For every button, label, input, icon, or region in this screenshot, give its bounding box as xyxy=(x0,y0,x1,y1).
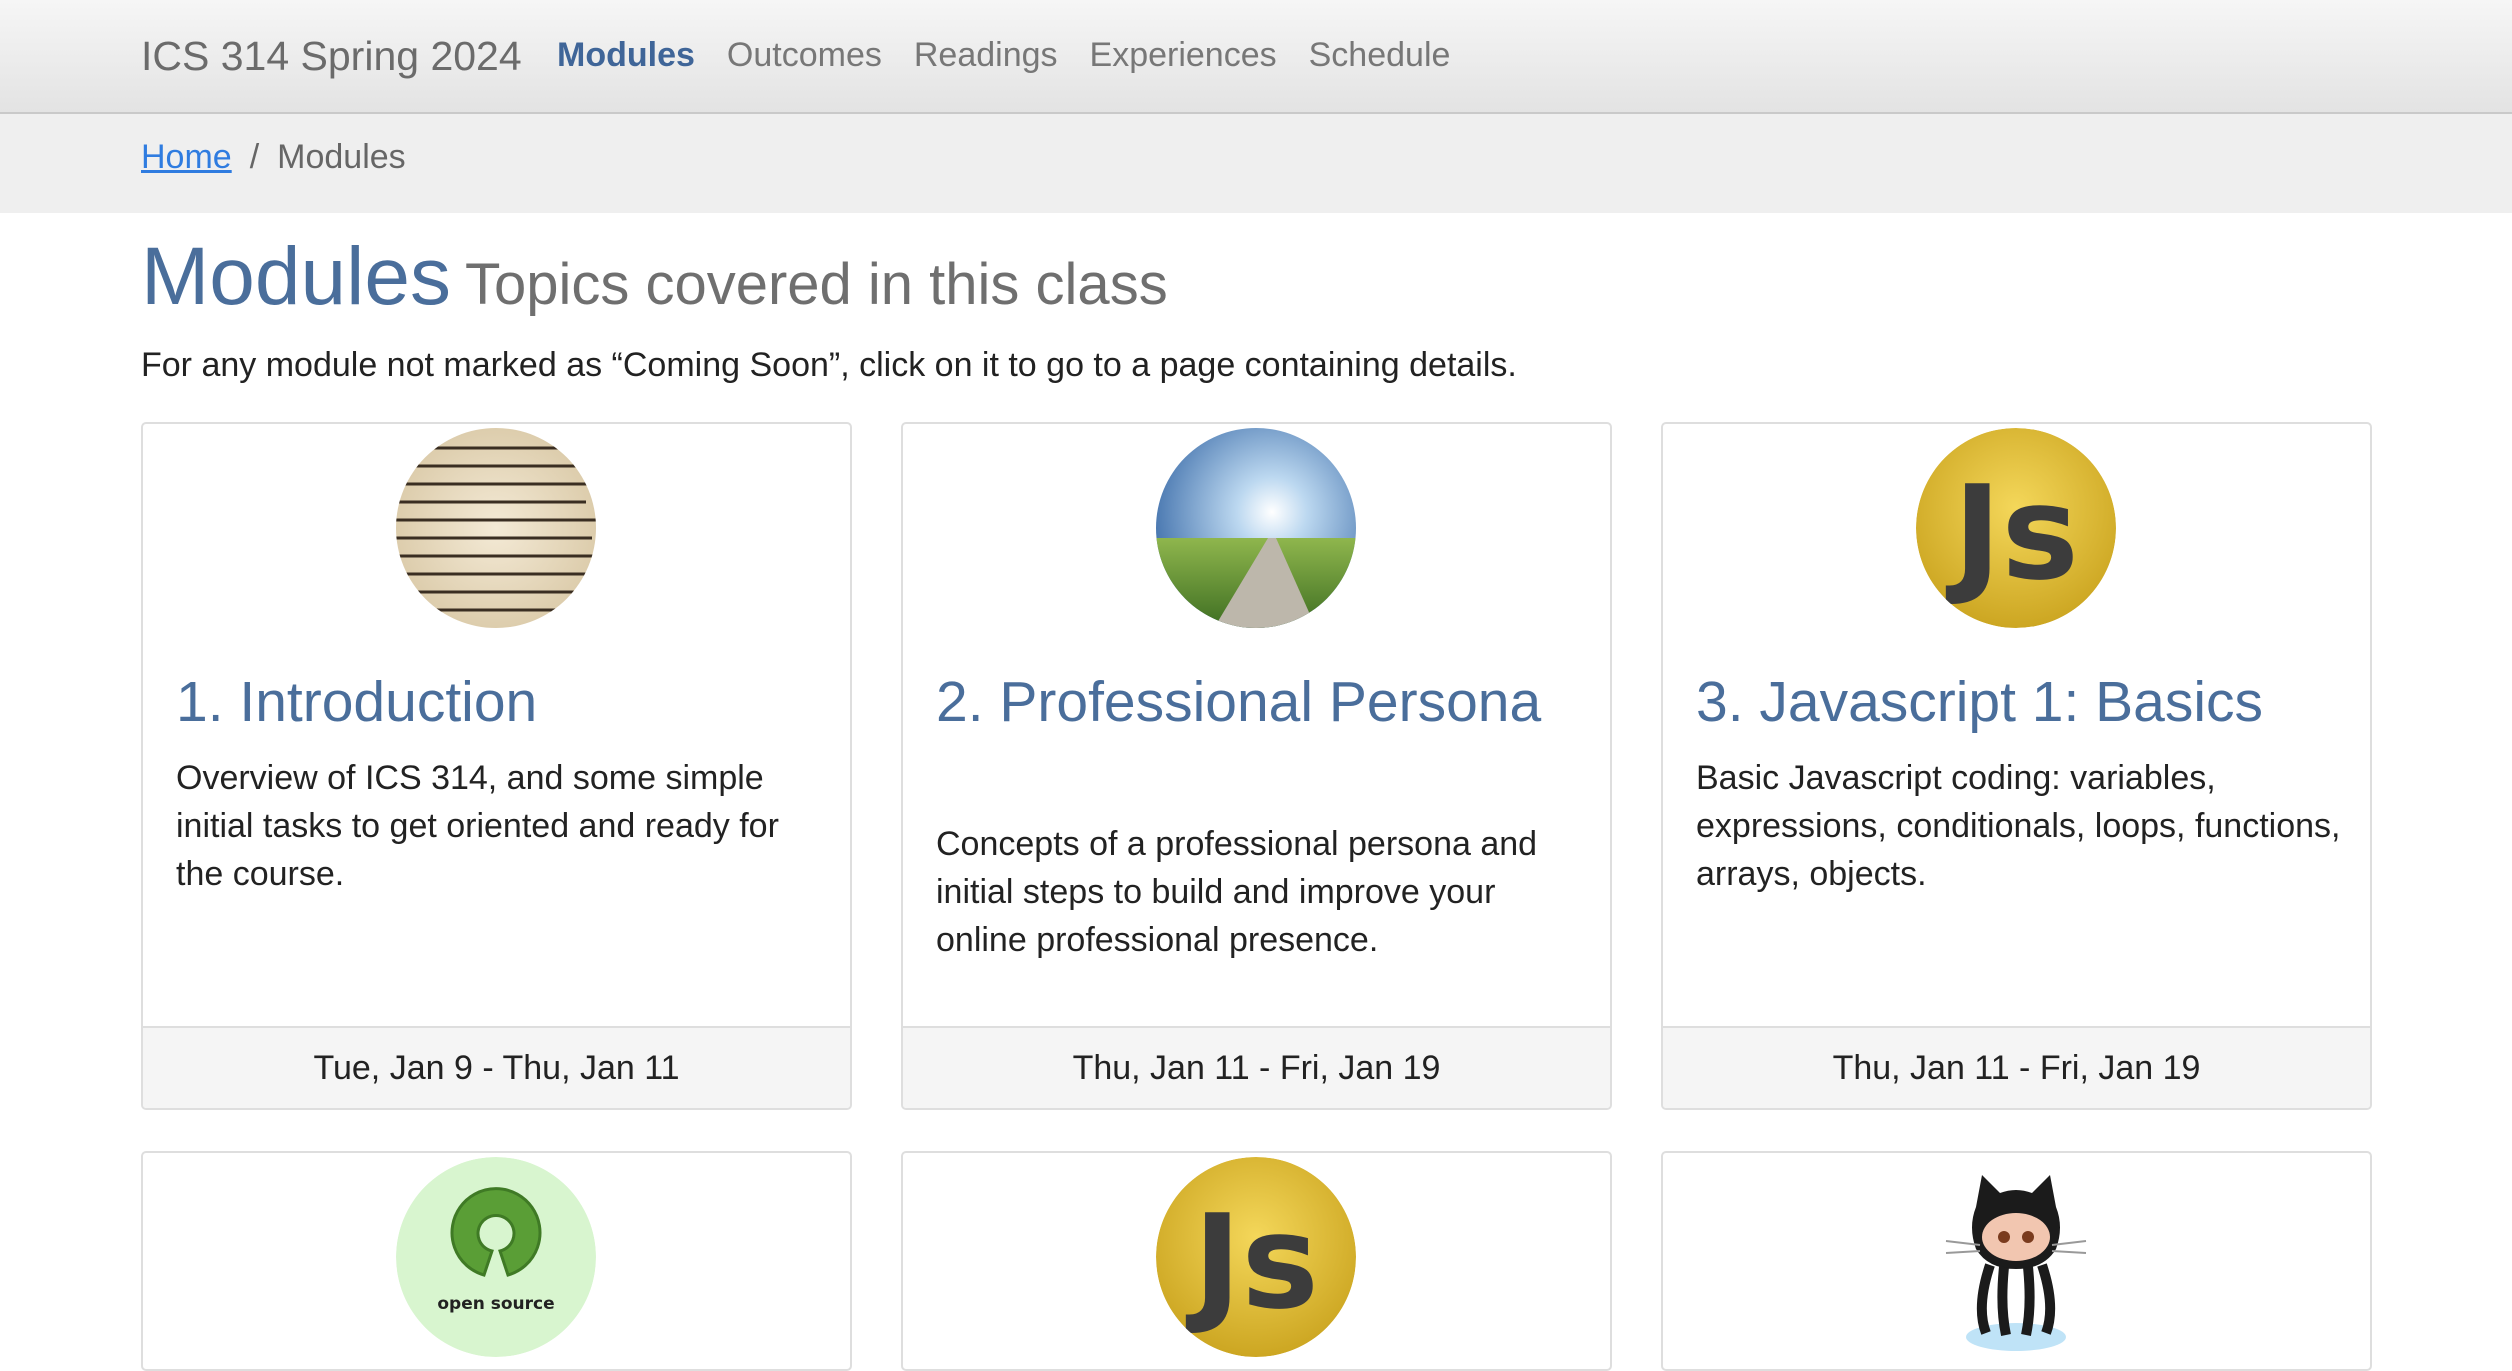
module-description: Concepts of a professional persona and i… xyxy=(936,825,1538,959)
nav-item-modules[interactable]: Modules xyxy=(557,36,695,75)
module-dates: Thu, Jan 11 - Fri, Jan 19 xyxy=(903,1026,1610,1108)
open-source-logo-text: open source xyxy=(437,1294,554,1314)
module-title[interactable]: 1. Introduction xyxy=(176,669,826,735)
module-title[interactable]: 2. Professional Persona xyxy=(936,669,1586,735)
js-logo-icon: Js xyxy=(1916,428,2116,628)
module-card-open-source[interactable]: open source xyxy=(141,1151,852,1371)
module-card-javascript-2[interactable]: Js xyxy=(901,1151,1612,1371)
breadcrumb: Home / Modules xyxy=(141,138,406,177)
nav-item-schedule[interactable]: Schedule xyxy=(1309,36,1451,75)
module-dates: Thu, Jan 11 - Fri, Jan 19 xyxy=(1663,1026,2370,1108)
nav-item-outcomes[interactable]: Outcomes xyxy=(727,36,882,75)
github-octocat-icon xyxy=(1916,1157,2116,1357)
nav-menu: Modules Outcomes Readings Experiences Sc… xyxy=(557,36,1450,75)
breadcrumb-separator: / xyxy=(249,138,260,176)
module-dates: Tue, Jan 9 - Thu, Jan 11 xyxy=(143,1026,850,1108)
page-subtitle: Topics covered in this class xyxy=(464,252,1168,317)
breadcrumb-current: Modules xyxy=(277,138,406,176)
module-description: Basic Javascript coding: variables, expr… xyxy=(1696,759,2341,893)
site-brand[interactable]: ICS 314 Spring 2024 xyxy=(141,33,522,80)
breadcrumb-bar: Home / Modules xyxy=(0,114,2512,213)
top-navbar: ICS 314 Spring 2024 Modules Outcomes Rea… xyxy=(0,0,2512,114)
page-lead-text: For any module not marked as “Coming Soo… xyxy=(141,346,1517,384)
js-logo-icon: Js xyxy=(1156,1157,1356,1357)
road-horizon-icon xyxy=(1156,428,1356,628)
module-card-javascript-basics[interactable]: Js 3. Javascript 1: Basics Basic Javascr… xyxy=(1661,422,2372,1110)
module-title[interactable]: 3. Javascript 1: Basics xyxy=(1696,669,2346,735)
open-source-icon: open source xyxy=(396,1157,596,1357)
nav-item-readings[interactable]: Readings xyxy=(914,36,1058,75)
module-card-professional-persona[interactable]: 2. Professional Persona Concepts of a pr… xyxy=(901,422,1612,1110)
dictionary-introduction-icon xyxy=(396,428,596,628)
breadcrumb-home-link[interactable]: Home xyxy=(141,138,232,177)
nav-item-experiences[interactable]: Experiences xyxy=(1090,36,1277,75)
js-logo-text: Js xyxy=(1945,457,2079,609)
page-title-main: Modules xyxy=(141,231,451,322)
page-title: Modules Topics covered in this class xyxy=(141,230,1168,324)
module-description: Overview of ICS 314, and some simple ini… xyxy=(176,759,779,893)
js-logo-text: Js xyxy=(1185,1186,1319,1338)
module-card-github[interactable] xyxy=(1661,1151,2372,1371)
module-card-introduction[interactable]: 1. Introduction Overview of ICS 314, and… xyxy=(141,422,852,1110)
